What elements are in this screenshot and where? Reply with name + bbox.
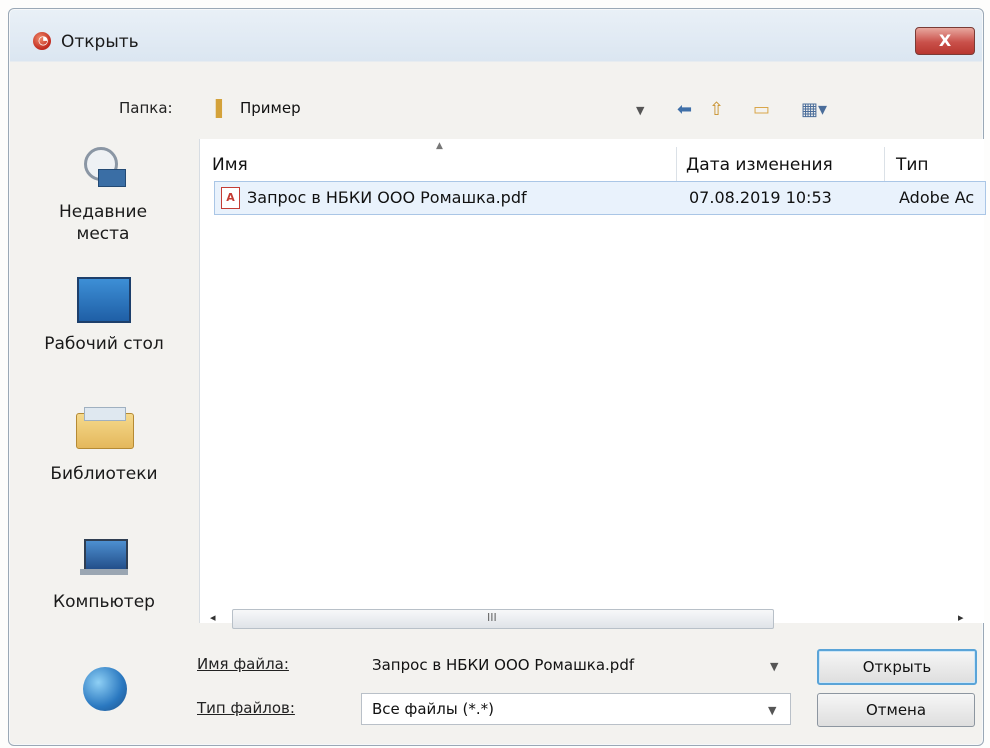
computer-icon [80,539,128,575]
filename-label-text: Имя файла: [197,655,289,673]
column-header-date[interactable]: Дата изменения [686,155,833,175]
chevron-down-icon[interactable]: ▼ [770,660,778,673]
desktop-icon [77,277,131,323]
scroll-left-icon[interactable]: ◂ [210,611,216,624]
folder-label: Папка: [119,99,173,117]
cancel-button[interactable]: Отмена [817,693,975,727]
filename-value: Запрос в НБКИ ООО Ромашка.pdf [372,656,635,674]
open-file-dialog: ◔ Открыть X Папка: ▌ Пример ▼ ⬅ ⇧ ▭ ▦▾ Н… [8,8,986,746]
column-header-type[interactable]: Тип [896,155,929,175]
up-folder-icon[interactable]: ⇧ [709,99,724,120]
sidebar-item-libraries[interactable]: Библиотеки [39,407,169,485]
column-separator[interactable] [884,147,885,185]
file-list: Имя ▲ Дата изменения Тип A Запрос в НБКИ… [199,139,986,629]
open-button[interactable]: Открыть [817,649,977,685]
sidebar-item-label: Рабочий стол [44,334,164,354]
scroll-right-icon[interactable]: ▸ [958,611,964,624]
filename-input[interactable]: Запрос в НБКИ ООО Ромашка.pdf ▼ [361,649,791,681]
filetype-select[interactable]: Все файлы (*.*) ▼ [361,693,791,725]
sort-arrow-icon: ▲ [436,141,443,151]
folder-icon: ▌ [216,99,229,118]
file-type: Adobe Ac [899,188,975,207]
column-separator[interactable] [676,147,677,185]
network-icon [83,667,127,711]
dialog-title: Открыть [61,32,139,52]
close-button[interactable]: X [915,27,975,55]
sidebar-item-desktop[interactable]: Рабочий стол [29,277,179,355]
sidebar-item-label: Компьютер [53,592,155,612]
folder-combo[interactable]: ▌ Пример ▼ [205,95,655,121]
filetype-label-text: Тип файлов: [197,699,295,717]
filetype-value: Все файлы (*.*) [372,700,494,718]
filetype-label: Тип файлов: [197,699,295,717]
sidebar-item-network[interactable] [75,667,135,711]
pdf-file-icon: A [221,187,240,209]
chevron-down-icon: ▼ [636,104,645,117]
view-menu-icon[interactable]: ▦▾ [801,99,827,120]
filename-label: Имя файла: [197,655,289,673]
sidebar-item-label: Библиотеки [50,464,158,484]
file-name: Запрос в НБКИ ООО Ромашка.pdf [247,188,527,207]
sidebar-item-recent-places[interactable]: Недавние места [43,143,163,245]
libraries-icon [76,407,134,449]
sidebar-item-computer[interactable]: Компьютер [39,539,169,613]
title-bar: ◔ Открыть X [9,9,983,61]
file-row[interactable]: A Запрос в НБКИ ООО Ромашка.pdf 07.08.20… [214,181,986,215]
recent-places-icon [80,143,126,189]
app-icon: ◔ [33,32,51,50]
sidebar-item-label: Недавние места [58,202,148,244]
folder-value: Пример [240,99,301,117]
new-folder-icon[interactable]: ▭ [753,99,770,120]
scrollbar-thumb[interactable]: III [232,609,774,629]
back-arrow-icon[interactable]: ⬅ [677,99,692,120]
horizontal-scrollbar[interactable]: ◂ III ▸ [210,609,970,629]
file-date: 07.08.2019 10:53 [689,188,832,207]
column-header-name[interactable]: Имя [212,155,248,175]
chevron-down-icon[interactable]: ▼ [768,704,776,717]
scroll-grip: III [487,611,497,624]
